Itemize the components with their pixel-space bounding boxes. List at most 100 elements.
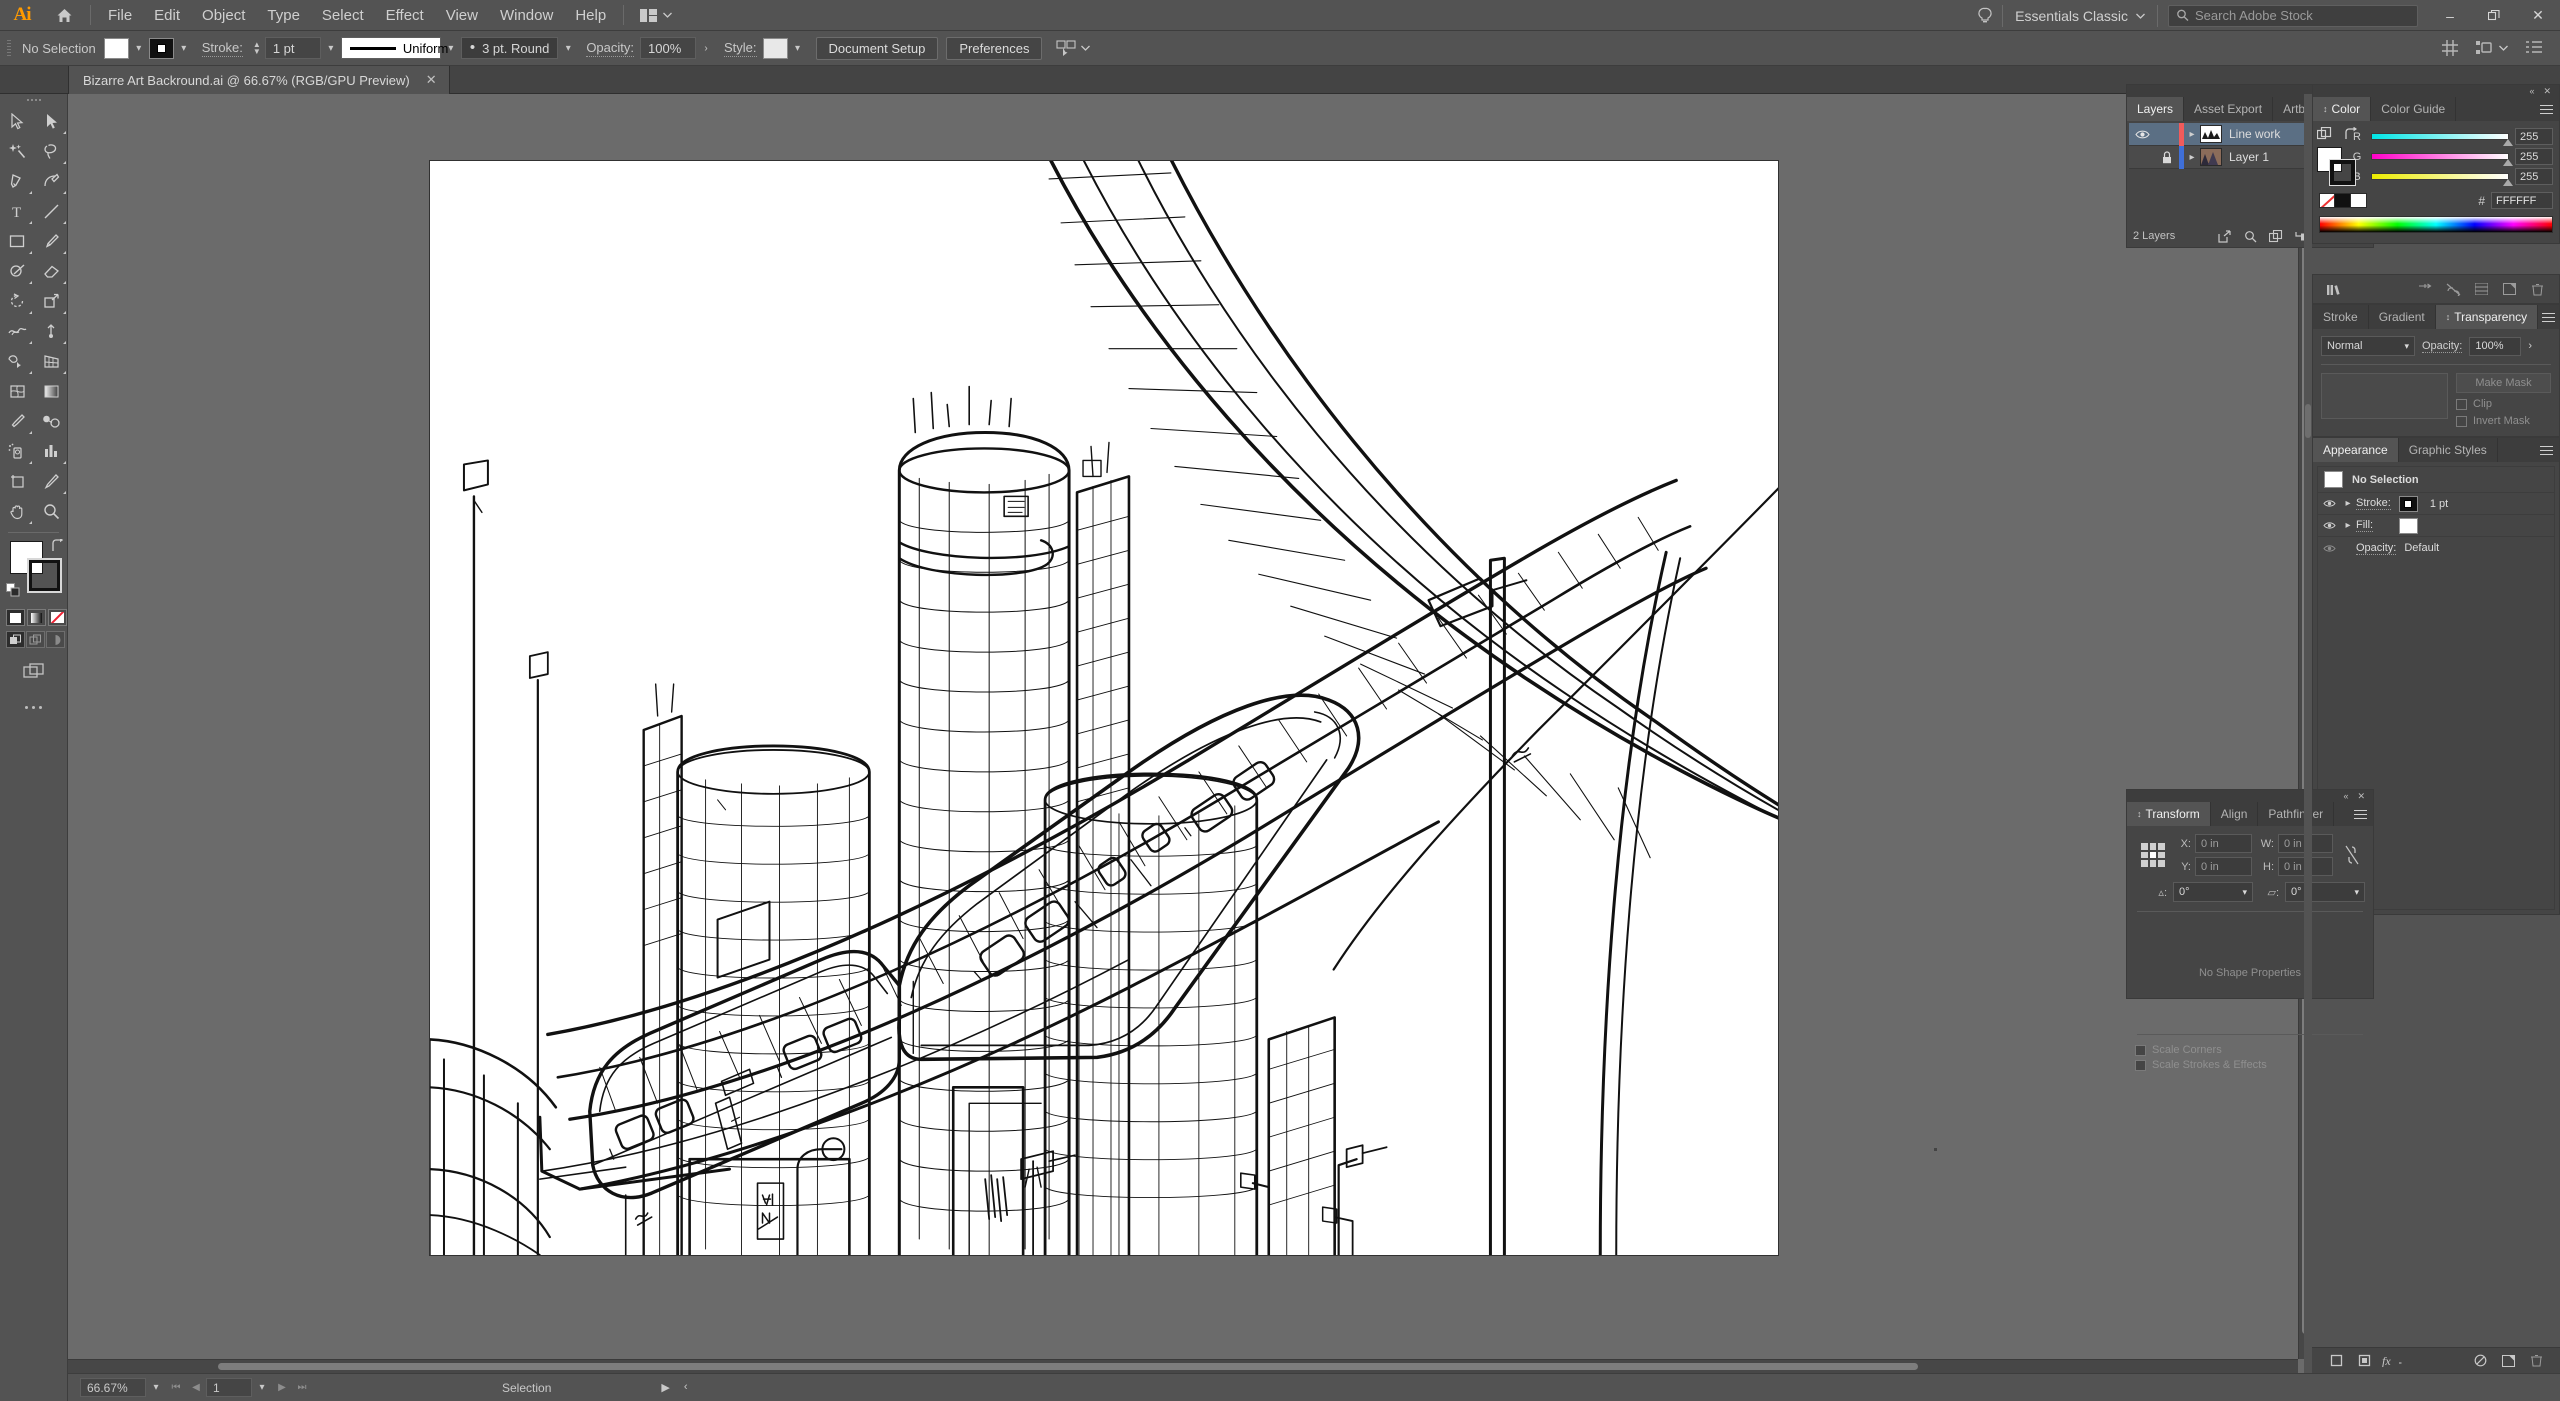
appearance-opacity-row[interactable]: Opacity: Default (2318, 537, 2554, 559)
channel-value-g[interactable]: 255 (2515, 148, 2553, 165)
scale-strokes-row[interactable]: Scale Strokes & Effects (2135, 1059, 2365, 1071)
dock-collapse-handle[interactable] (2304, 94, 2312, 1373)
layer-expand-icon[interactable]: ▸ (2184, 129, 2200, 140)
fill-color-swatch[interactable] (2399, 518, 2418, 534)
edit-toolbar-button[interactable] (0, 682, 67, 709)
tab-layers[interactable]: Layers (2127, 97, 2184, 121)
column-graph-tool[interactable] (34, 436, 68, 466)
angle-input[interactable]: 0°▾ (2173, 882, 2253, 902)
opacity-expand-icon[interactable]: › (2528, 340, 2532, 352)
black-swatch[interactable] (2335, 193, 2351, 208)
opacity-input[interactable]: 100% (2469, 337, 2521, 356)
layer-expand-icon[interactable]: ▸ (2184, 152, 2200, 163)
fill-color-swatch[interactable] (104, 38, 129, 59)
scale-corners-checkbox[interactable] (2135, 1045, 2146, 1056)
artboard-number-input[interactable]: 1 (206, 1378, 252, 1397)
show-swatch-kinds-icon[interactable] (2411, 283, 2439, 296)
slider-knob[interactable] (2503, 139, 2513, 146)
type-tool[interactable]: T (0, 196, 34, 226)
channel-value-r[interactable]: 255 (2515, 128, 2553, 145)
width-tool[interactable] (0, 316, 34, 346)
hex-input[interactable]: FFFFFF (2491, 192, 2553, 209)
tab-transform[interactable]: ↕Transform (2127, 802, 2211, 826)
add-new-fill-icon[interactable] (2350, 1351, 2378, 1371)
status-menu-icon[interactable]: ‹ (684, 1381, 688, 1394)
draw-behind-button[interactable] (26, 631, 45, 648)
zoom-tool[interactable] (34, 496, 68, 526)
toolbar-stroke-swatch[interactable] (28, 559, 61, 592)
select-similar-group[interactable] (1056, 40, 1090, 57)
duplicate-item-icon[interactable] (2494, 1351, 2522, 1371)
menu-effect[interactable]: Effect (375, 0, 435, 31)
zoom-dropdown-icon[interactable]: ▾ (146, 1378, 166, 1397)
stroke-weight-stepper[interactable]: ▲▼ (249, 42, 265, 55)
locate-object-icon[interactable] (2237, 226, 2263, 246)
blend-mode-select[interactable]: Normal ▾ (2321, 336, 2415, 356)
release-to-layers-icon[interactable] (2211, 226, 2237, 246)
artboard-tool[interactable] (0, 466, 34, 496)
canvas-area[interactable] (68, 94, 2312, 1373)
menu-window[interactable]: Window (489, 0, 564, 31)
brush-definition-select[interactable]: •3 pt. Round (461, 37, 558, 59)
stroke-color-swatch[interactable] (2399, 496, 2418, 512)
swap-fill-stroke-icon[interactable] (2344, 127, 2359, 142)
hand-tool[interactable] (0, 496, 34, 526)
fill-dropdown-icon[interactable]: ▾ (129, 37, 149, 59)
zoom-level-input[interactable]: 66.67% (80, 1378, 146, 1397)
free-transform-tool[interactable] (34, 316, 68, 346)
tab-appearance[interactable]: Appearance (2313, 438, 2399, 462)
blend-tool[interactable] (34, 406, 68, 436)
shape-builder-tool[interactable] (0, 346, 34, 376)
artboard[interactable] (429, 160, 1779, 1256)
tab-align[interactable]: Align (2211, 802, 2259, 826)
channel-slider-r[interactable] (2371, 133, 2509, 140)
collapse-icon[interactable]: « (2343, 791, 2348, 801)
pen-tool[interactable] (0, 166, 34, 196)
delete-item-icon[interactable] (2522, 1351, 2550, 1371)
slice-tool[interactable] (34, 466, 68, 496)
panel-menu-icon[interactable] (2533, 97, 2559, 121)
reference-point-selector[interactable] (2135, 843, 2171, 867)
scale-corners-row[interactable]: Scale Corners (2135, 1044, 2365, 1056)
opacity-value[interactable]: Default (2404, 542, 2439, 554)
menu-edit[interactable]: Edit (143, 0, 191, 31)
expand-icon[interactable]: ▸ (2340, 520, 2356, 531)
white-swatch[interactable] (2351, 193, 2367, 208)
shaper-tool[interactable] (0, 256, 34, 286)
paintbrush-tool[interactable] (34, 226, 68, 256)
scale-tool[interactable] (34, 286, 68, 316)
stroke-profile-select[interactable]: Uniform (341, 37, 441, 59)
last-artboard-button[interactable]: ⏭ (292, 1378, 312, 1397)
tab-asset-export[interactable]: Asset Export (2184, 97, 2273, 121)
window-close-button[interactable]: ✕ (2516, 0, 2560, 31)
mesh-tool[interactable] (0, 376, 34, 406)
gradient-tool[interactable] (34, 376, 68, 406)
color-stroke-swatch[interactable] (2330, 160, 2355, 185)
appearance-stroke-row[interactable]: ▸ Stroke: 1 pt (2318, 493, 2554, 515)
home-icon[interactable] (44, 0, 84, 31)
invert-mask-checkbox[interactable] (2456, 416, 2467, 427)
clip-checkbox[interactable] (2456, 399, 2467, 410)
fill-stroke-toggle-icon[interactable] (2317, 127, 2332, 142)
opacity-expand-icon[interactable]: › (696, 37, 716, 59)
perspective-grid-tool[interactable] (34, 346, 68, 376)
stock-search-input[interactable]: Search Adobe Stock (2168, 5, 2418, 27)
align-dropdown[interactable] (2476, 40, 2508, 56)
rotate-tool[interactable] (0, 286, 34, 316)
gradient-mode-button[interactable] (27, 609, 46, 626)
invert-mask-checkbox-row[interactable]: Invert Mask (2456, 415, 2551, 427)
slider-knob[interactable] (2503, 159, 2513, 166)
channel-slider-g[interactable] (2371, 153, 2509, 160)
none-swatch[interactable] (2319, 193, 2335, 208)
color-mode-button[interactable] (6, 609, 25, 626)
menu-select[interactable]: Select (311, 0, 375, 31)
artboard-dropdown-icon[interactable]: ▾ (252, 1378, 272, 1397)
visibility-icon[interactable] (2318, 499, 2340, 508)
arrange-documents-icon[interactable] (630, 0, 682, 31)
status-play-icon[interactable]: ▶ (661, 1381, 669, 1394)
add-new-effect-icon[interactable]: fx (2378, 1351, 2406, 1371)
preferences-button[interactable]: Preferences (946, 37, 1042, 60)
tab-color-guide[interactable]: Color Guide (2371, 97, 2456, 121)
constrain-proportions-button[interactable] (2339, 845, 2365, 865)
menu-help[interactable]: Help (564, 0, 617, 31)
